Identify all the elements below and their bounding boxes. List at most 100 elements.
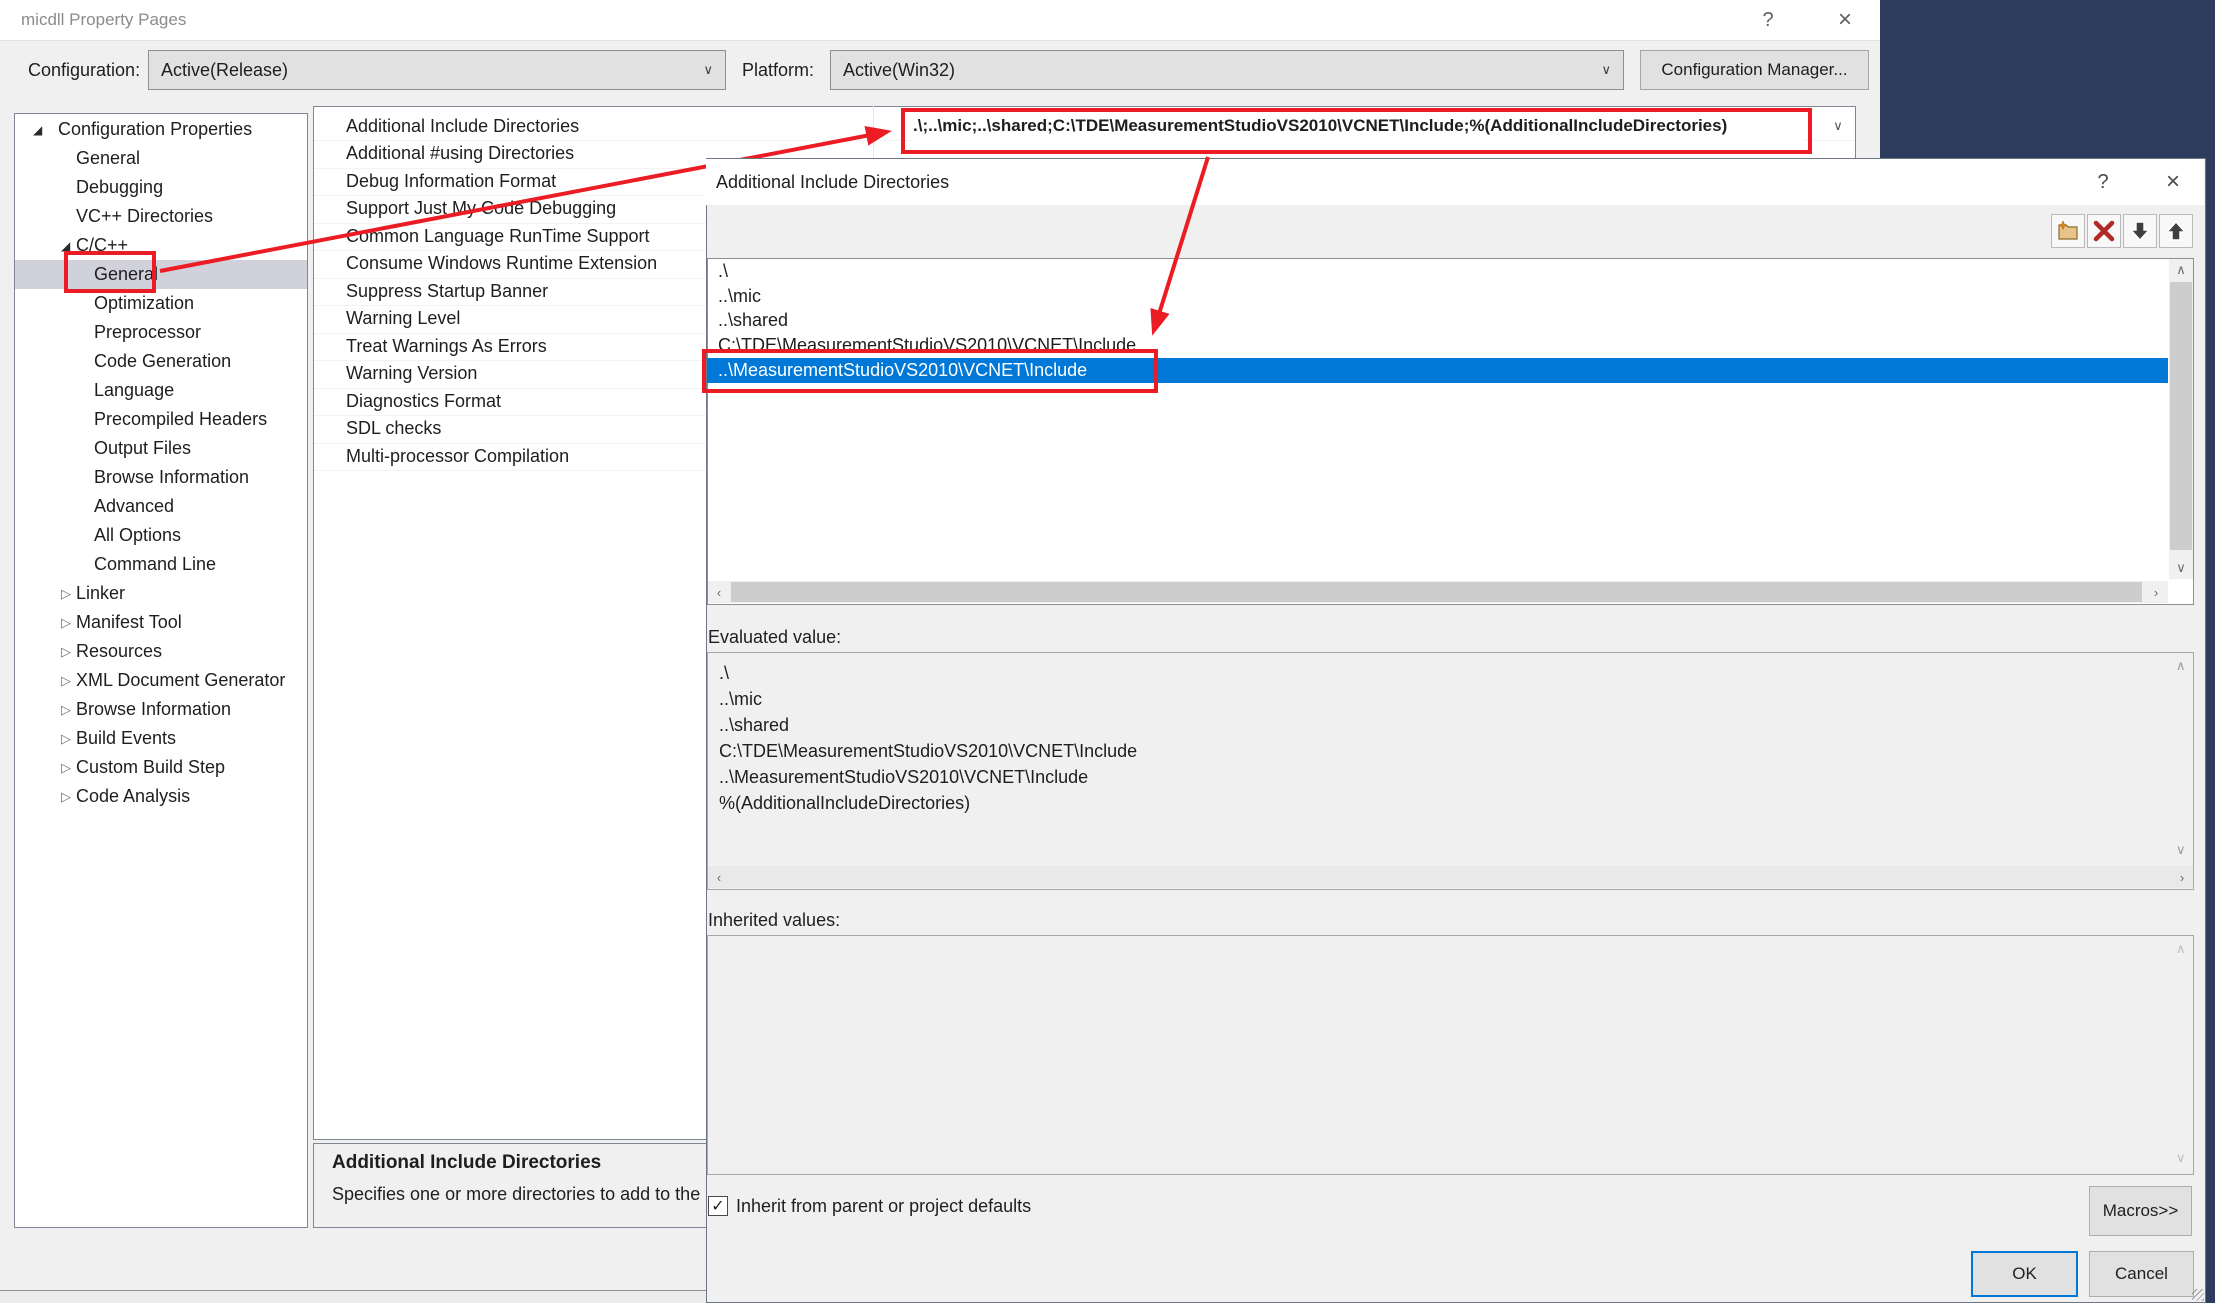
inherit-checkbox-label: Inherit from parent or project defaults: [736, 1194, 1031, 1218]
sidebar-item-advanced[interactable]: Advanced: [15, 492, 307, 521]
screenshot-root: micdll Property Pages ? × Configuration:…: [0, 0, 2215, 1303]
resize-grip[interactable]: [2192, 1289, 2204, 1301]
annotation-box-selected-directory: [702, 349, 1158, 393]
tree-item-label: General: [76, 148, 140, 169]
scroll-down-icon[interactable]: ∨: [2169, 557, 2193, 579]
platform-dropdown[interactable]: Active(Win32) ∨: [830, 50, 1624, 90]
sidebar-item-debugging[interactable]: Debugging: [15, 173, 307, 202]
sidebar-item-general[interactable]: General: [15, 144, 307, 173]
sidebar-item-browse-information[interactable]: ▷Browse Information: [15, 695, 307, 724]
chevron-down-icon[interactable]: ∨: [1828, 112, 1848, 140]
property-name: SDL checks: [314, 418, 441, 439]
tree-collapsed-icon[interactable]: ▷: [61, 789, 71, 805]
list-vscroll-thumb[interactable]: [2170, 282, 2192, 550]
tree-expanded-icon[interactable]: ◢: [33, 123, 42, 137]
sidebar-item-preprocessor[interactable]: Preprocessor: [15, 318, 307, 347]
scroll-down-icon[interactable]: ∨: [2176, 842, 2186, 858]
tree-collapsed-icon[interactable]: ▷: [61, 615, 71, 631]
tree-item-label: VC++ Directories: [76, 206, 213, 227]
property-name: Common Language RunTime Support: [314, 226, 650, 247]
sidebar-item-browse-information[interactable]: Browse Information: [15, 463, 307, 492]
sidebar-item-code-analysis[interactable]: ▷Code Analysis: [15, 782, 307, 811]
sidebar-item-build-events[interactable]: ▷Build Events: [15, 724, 307, 753]
sidebar-item-vc-directories[interactable]: VC++ Directories: [15, 202, 307, 231]
chevron-down-icon: ∨: [1601, 62, 1611, 78]
sidebar-item-c-c-[interactable]: ◢C/C++: [15, 231, 307, 260]
scroll-left-icon[interactable]: ‹: [708, 581, 730, 603]
tree-item-label: Configuration Properties: [58, 119, 252, 140]
evaluated-value-line: ..\shared: [719, 712, 2119, 738]
main-help-icon[interactable]: ?: [1745, 0, 1791, 40]
directory-list-item[interactable]: .\: [707, 259, 2168, 284]
tree-collapsed-icon[interactable]: ▷: [61, 731, 71, 747]
sidebar-item-resources[interactable]: ▷ Resources: [15, 637, 307, 666]
scroll-up-icon[interactable]: ∧: [2176, 658, 2186, 674]
window-title: micdll Property Pages: [21, 0, 186, 40]
inherit-checkbox[interactable]: ✓: [708, 1196, 728, 1216]
sidebar-item-linker[interactable]: ▷ Linker: [15, 579, 307, 608]
property-name: Warning Level: [314, 308, 460, 329]
annotation-box-general: [64, 251, 156, 293]
evaluated-value-line: %(AdditionalIncludeDirectories): [719, 790, 2119, 816]
directory-list-item[interactable]: ..\mic: [707, 284, 2168, 309]
main-titlebar[interactable]: [0, 0, 1880, 41]
sidebar-item-manifest-tool[interactable]: ▷Manifest Tool: [15, 608, 307, 637]
scroll-up-icon[interactable]: ∧: [2169, 259, 2193, 281]
cancel-button[interactable]: Cancel: [2089, 1251, 2194, 1297]
property-name: Consume Windows Runtime Extension: [314, 253, 657, 274]
tree-collapsed-icon[interactable]: ▷: [61, 586, 71, 602]
sidebar-item-general[interactable]: General: [15, 260, 307, 289]
tree-item-label: Linker: [76, 583, 125, 604]
evaluated-value-label: Evaluated value:: [708, 625, 841, 649]
ok-button[interactable]: OK: [1971, 1251, 2078, 1297]
dialog-help-icon[interactable]: ?: [2081, 159, 2125, 205]
configuration-value: Active(Release): [161, 60, 288, 81]
delete-button[interactable]: [2087, 214, 2121, 248]
dialog-close-icon[interactable]: ×: [2151, 159, 2195, 205]
grid-column-divider: [873, 106, 874, 166]
tree-collapsed-icon[interactable]: ▷: [61, 760, 71, 776]
evaluated-value-line: C:\TDE\MeasurementStudioVS2010\VCNET\Inc…: [719, 738, 2119, 764]
move-down-button[interactable]: [2123, 214, 2157, 248]
sidebar-item-all-options[interactable]: All Options: [15, 521, 307, 550]
list-hscroll-thumb[interactable]: [731, 582, 2142, 602]
scroll-right-icon[interactable]: ›: [2171, 866, 2193, 888]
sidebar-item-output-files[interactable]: Output Files: [15, 434, 307, 463]
property-name: Warning Version: [314, 363, 477, 384]
sidebar-item-custom-build-step[interactable]: ▷Custom Build Step: [15, 753, 307, 782]
platform-value: Active(Win32): [843, 60, 955, 81]
macros-button[interactable]: Macros>>: [2089, 1186, 2192, 1236]
main-close-icon[interactable]: ×: [1822, 0, 1868, 40]
dialog-title: Additional Include Directories: [716, 159, 949, 205]
sidebar-item-xml-document-generator[interactable]: ▷XML Document Generator: [15, 666, 307, 695]
scroll-left-icon[interactable]: ‹: [708, 866, 730, 888]
directory-list-item[interactable]: ..\shared: [707, 309, 2168, 334]
description-text: Specifies one or more directories to add…: [332, 1184, 719, 1205]
tree-item-label: Precompiled Headers: [94, 409, 267, 430]
tree-collapsed-icon[interactable]: ▷: [61, 702, 71, 718]
inherited-values-box: [707, 935, 2194, 1175]
new-line-icon: [2056, 219, 2080, 243]
property-name: Suppress Startup Banner: [314, 281, 548, 302]
configuration-label: Configuration:: [28, 50, 140, 90]
sidebar-item-language[interactable]: Language: [15, 376, 307, 405]
annotation-box-value-field: [901, 108, 1812, 154]
tree-collapsed-icon[interactable]: ▷: [61, 673, 71, 689]
move-up-icon: [2164, 219, 2188, 243]
sidebar-item-precompiled-headers[interactable]: Precompiled Headers: [15, 405, 307, 434]
sidebar-item-optimization[interactable]: Optimization: [15, 289, 307, 318]
scroll-up-icon[interactable]: ∧: [2176, 941, 2186, 957]
new-line-button[interactable]: [2051, 214, 2085, 248]
scroll-down-icon[interactable]: ∨: [2176, 1150, 2186, 1166]
tree-item-label: Language: [94, 380, 174, 401]
configuration-manager-button[interactable]: Configuration Manager...: [1640, 50, 1869, 90]
sidebar-item-configuration-properties[interactable]: ◢ Configuration Properties: [15, 115, 307, 144]
scroll-right-icon[interactable]: ›: [2145, 581, 2167, 603]
sidebar-item-code-generation[interactable]: Code Generation: [15, 347, 307, 376]
sidebar-item-command-line[interactable]: Command Line: [15, 550, 307, 579]
configuration-dropdown[interactable]: Active(Release) ∨: [148, 50, 726, 90]
move-up-button[interactable]: [2159, 214, 2193, 248]
evaluated-horizontal-scrollbar[interactable]: [708, 866, 2193, 888]
tree-collapsed-icon[interactable]: ▷: [61, 644, 71, 660]
tree-item-label: Resources: [76, 641, 162, 662]
